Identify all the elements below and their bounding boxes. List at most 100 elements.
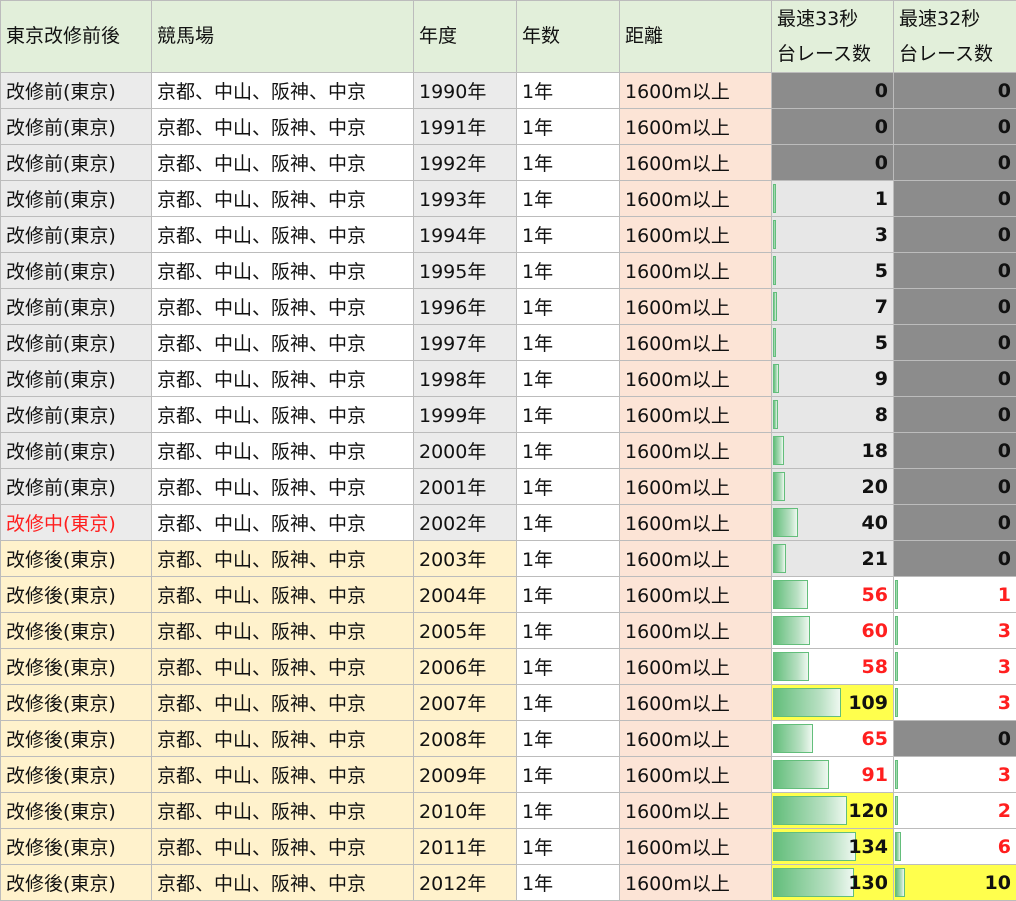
span-cell[interactable]: 1年: [516, 396, 620, 433]
fastest-33-count[interactable]: 0: [771, 144, 894, 181]
venue-cell[interactable]: 京都、中山、阪神、中京: [151, 576, 414, 613]
distance-cell[interactable]: 1600m以上: [619, 324, 772, 361]
span-cell[interactable]: 1年: [516, 648, 620, 685]
fastest-32-count[interactable]: 0: [893, 360, 1016, 397]
distance-cell[interactable]: 1600m以上: [619, 72, 772, 109]
span-cell[interactable]: 1年: [516, 792, 620, 829]
fastest-32-count[interactable]: 3: [893, 612, 1016, 649]
era-cell[interactable]: 改修後(東京): [0, 576, 152, 613]
year-cell[interactable]: 2010年: [413, 792, 517, 829]
year-cell[interactable]: 2009年: [413, 756, 517, 793]
distance-cell[interactable]: 1600m以上: [619, 828, 772, 865]
fastest-32-count[interactable]: 3: [893, 648, 1016, 685]
distance-cell[interactable]: 1600m以上: [619, 432, 772, 469]
year-cell[interactable]: 2007年: [413, 684, 517, 721]
era-cell[interactable]: 改修後(東京): [0, 864, 152, 901]
header-venue[interactable]: 競馬場: [151, 0, 414, 73]
venue-cell[interactable]: 京都、中山、阪神、中京: [151, 540, 414, 577]
year-cell[interactable]: 1990年: [413, 72, 517, 109]
distance-cell[interactable]: 1600m以上: [619, 288, 772, 325]
header-fastest-33[interactable]: 最速33秒 台レース数: [771, 0, 894, 73]
distance-cell[interactable]: 1600m以上: [619, 792, 772, 829]
span-cell[interactable]: 1年: [516, 828, 620, 865]
span-cell[interactable]: 1年: [516, 324, 620, 361]
era-cell[interactable]: 改修前(東京): [0, 468, 152, 505]
venue-cell[interactable]: 京都、中山、阪神、中京: [151, 72, 414, 109]
span-cell[interactable]: 1年: [516, 360, 620, 397]
venue-cell[interactable]: 京都、中山、阪神、中京: [151, 216, 414, 253]
venue-cell[interactable]: 京都、中山、阪神、中京: [151, 288, 414, 325]
year-cell[interactable]: 1999年: [413, 396, 517, 433]
fastest-33-count[interactable]: 20: [771, 468, 894, 505]
fastest-32-count[interactable]: 0: [893, 396, 1016, 433]
fastest-32-count[interactable]: 6: [893, 828, 1016, 865]
fastest-33-count[interactable]: 0: [771, 72, 894, 109]
year-cell[interactable]: 2003年: [413, 540, 517, 577]
fastest-32-count[interactable]: 0: [893, 288, 1016, 325]
span-cell[interactable]: 1年: [516, 612, 620, 649]
era-cell[interactable]: 改修前(東京): [0, 324, 152, 361]
era-cell[interactable]: 改修後(東京): [0, 720, 152, 757]
distance-cell[interactable]: 1600m以上: [619, 468, 772, 505]
distance-cell[interactable]: 1600m以上: [619, 720, 772, 757]
fastest-33-count[interactable]: 109: [771, 684, 894, 721]
era-cell[interactable]: 改修後(東京): [0, 648, 152, 685]
year-cell[interactable]: 1992年: [413, 144, 517, 181]
era-cell[interactable]: 改修前(東京): [0, 432, 152, 469]
span-cell[interactable]: 1年: [516, 216, 620, 253]
fastest-33-count[interactable]: 91: [771, 756, 894, 793]
fastest-32-count[interactable]: 0: [893, 72, 1016, 109]
span-cell[interactable]: 1年: [516, 576, 620, 613]
fastest-32-count[interactable]: 0: [893, 108, 1016, 145]
era-cell[interactable]: 改修前(東京): [0, 180, 152, 217]
venue-cell[interactable]: 京都、中山、阪神、中京: [151, 828, 414, 865]
venue-cell[interactable]: 京都、中山、阪神、中京: [151, 792, 414, 829]
fastest-32-count[interactable]: 10: [893, 864, 1016, 901]
span-cell[interactable]: 1年: [516, 108, 620, 145]
fastest-32-count[interactable]: 2: [893, 792, 1016, 829]
venue-cell[interactable]: 京都、中山、阪神、中京: [151, 504, 414, 541]
year-cell[interactable]: 2006年: [413, 648, 517, 685]
venue-cell[interactable]: 京都、中山、阪神、中京: [151, 648, 414, 685]
year-cell[interactable]: 2000年: [413, 432, 517, 469]
venue-cell[interactable]: 京都、中山、阪神、中京: [151, 612, 414, 649]
fastest-32-count[interactable]: 1: [893, 576, 1016, 613]
year-cell[interactable]: 2011年: [413, 828, 517, 865]
span-cell[interactable]: 1年: [516, 144, 620, 181]
venue-cell[interactable]: 京都、中山、阪神、中京: [151, 684, 414, 721]
era-cell[interactable]: 改修前(東京): [0, 72, 152, 109]
year-cell[interactable]: 1994年: [413, 216, 517, 253]
era-cell[interactable]: 改修後(東京): [0, 612, 152, 649]
era-cell[interactable]: 改修中(東京): [0, 504, 152, 541]
venue-cell[interactable]: 京都、中山、阪神、中京: [151, 252, 414, 289]
year-cell[interactable]: 2002年: [413, 504, 517, 541]
era-cell[interactable]: 改修後(東京): [0, 828, 152, 865]
distance-cell[interactable]: 1600m以上: [619, 540, 772, 577]
year-cell[interactable]: 2001年: [413, 468, 517, 505]
fastest-33-count[interactable]: 120: [771, 792, 894, 829]
distance-cell[interactable]: 1600m以上: [619, 612, 772, 649]
year-cell[interactable]: 1996年: [413, 288, 517, 325]
span-cell[interactable]: 1年: [516, 468, 620, 505]
distance-cell[interactable]: 1600m以上: [619, 144, 772, 181]
fastest-32-count[interactable]: 0: [893, 180, 1016, 217]
fastest-33-count[interactable]: 8: [771, 396, 894, 433]
fastest-32-count[interactable]: 0: [893, 504, 1016, 541]
header-distance[interactable]: 距離: [619, 0, 772, 73]
distance-cell[interactable]: 1600m以上: [619, 252, 772, 289]
span-cell[interactable]: 1年: [516, 720, 620, 757]
distance-cell[interactable]: 1600m以上: [619, 648, 772, 685]
fastest-32-count[interactable]: 3: [893, 684, 1016, 721]
distance-cell[interactable]: 1600m以上: [619, 576, 772, 613]
span-cell[interactable]: 1年: [516, 684, 620, 721]
era-cell[interactable]: 改修前(東京): [0, 396, 152, 433]
venue-cell[interactable]: 京都、中山、阪神、中京: [151, 180, 414, 217]
fastest-33-count[interactable]: 60: [771, 612, 894, 649]
fastest-33-count[interactable]: 21: [771, 540, 894, 577]
era-cell[interactable]: 改修前(東京): [0, 108, 152, 145]
distance-cell[interactable]: 1600m以上: [619, 396, 772, 433]
fastest-32-count[interactable]: 0: [893, 720, 1016, 757]
fastest-32-count[interactable]: 0: [893, 432, 1016, 469]
header-fastest-32[interactable]: 最速32秒 台レース数: [893, 0, 1016, 73]
fastest-33-count[interactable]: 9: [771, 360, 894, 397]
